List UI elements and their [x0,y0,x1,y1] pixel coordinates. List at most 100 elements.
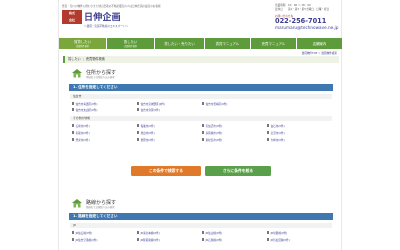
checkbox-icon[interactable] [137,102,140,105]
area-checkbox[interactable]: 登米市(0件) [72,137,137,142]
checkbox-icon[interactable] [267,238,270,241]
house-icon [71,198,83,208]
nav-item-buy-manual[interactable]: 売買マニュアル [251,38,297,49]
phone-number[interactable]: 022-256-7011 [275,18,339,25]
checkbox-icon[interactable] [202,131,205,134]
nav-item-rent-manual[interactable]: 賃貸マニュアル [205,38,251,49]
site-logo-subtitle: ～賃貸・売買不動産のエキスパート～ [84,25,129,28]
checkbox-label: 角田市(0件) [140,131,155,135]
checkbox-icon[interactable] [202,124,205,127]
main-content: 豊島・荒川の物件に携わりまた地元密着の不動産販売の人は日伸企画の最高のお客様 株… [58,0,343,250]
checkbox-icon[interactable] [137,238,140,241]
checkbox-icon[interactable] [137,124,140,127]
checkbox-label: JR仙石線(0件) [75,231,93,235]
checkbox-icon[interactable] [202,238,205,241]
checkbox-label: 仙台市泉区(0件) [140,108,160,112]
nav-item-buy-search[interactable]: 賃したい 売買物件検索 [107,38,155,49]
checkbox-icon[interactable] [137,231,140,234]
checkbox-icon[interactable] [137,108,140,111]
page: 豊島・荒川の物件に携わりまた地元密着の不動産販売の人は日伸企画の最高のお客様 株… [0,0,400,250]
area-checkbox[interactable]: 気仙沼市(0件) [202,123,267,128]
nav-item-label: 売買マニュアル [261,42,286,46]
group-label-jr: JR [70,223,332,228]
checkbox-icon[interactable] [267,138,270,141]
house-icon [71,68,83,78]
logo-badge[interactable]: 株式 会社 [62,10,82,24]
area-checkbox[interactable]: 仙台市宮城野区(0件) [137,101,202,106]
checkbox-icon[interactable] [267,124,270,127]
area-checkbox[interactable]: 大崎市(0件) [267,137,332,142]
group-label-sendai: 仙台市 [70,94,332,99]
checkbox-label: 岩沼市(0件) [270,131,285,135]
area-checkbox[interactable]: 仙台市太白区(0件) [72,107,137,112]
checkbox-label: JR仙台空港線(0件) [75,238,98,242]
checkbox-label: 仙台市太白区(0件) [75,108,98,112]
area-checkbox[interactable]: 東松島市(0件) [202,137,267,142]
area-checkbox[interactable]: 名取市(0件) [72,130,137,135]
checkbox-icon[interactable] [72,138,75,141]
area-checkbox[interactable]: 石巻市(0件) [72,123,137,128]
site-header: 豊島・荒川の物件に携わりまた地元密着の不動産販売の人は日伸企画の最高のお客様 株… [59,0,343,38]
checkbox-label: JR気仙沼線(0件) [270,238,290,242]
header-tagline: 豊島・荒川の物件に携わりまた地元密着の不動産販売の人は日伸企画の最高のお客様 [62,5,161,8]
line-search-description: 路線名で沿線絞り込み検索 [86,206,115,209]
line-checkbox[interactable]: JR気仙沼線(0件) [267,237,332,242]
area-checkbox[interactable]: 多賀城市(0件) [202,130,267,135]
breadcrumb[interactable]: 賃貸物件TOP ＞ 賃貸物件検索 [302,51,337,55]
checkbox-icon[interactable] [267,231,270,234]
section-title-separator: | [82,57,84,61]
logo-badge-line1: 株式 [68,11,75,15]
line-checkbox[interactable]: JR陸羽東線(0件) [137,237,202,242]
area-search-description: 地域名で住所絞り込み検索 [86,76,115,79]
checkbox-label: 大崎市(0件) [270,138,285,142]
checkbox-icon[interactable] [72,124,75,127]
area-checkbox[interactable]: 仙台市若林区(0件) [202,101,267,106]
holidays: 定休日 第1・第3・第5土曜日、日曜・祝日 [275,7,330,11]
nav-item-label: 店舗案内 [312,42,327,46]
area-checkbox[interactable]: 角田市(0件) [137,130,202,135]
checkbox-label: JR東北本線(0件) [140,231,160,235]
checkbox-icon[interactable] [72,231,75,234]
nav-item-label: 賃貸マニュアル [215,42,240,46]
checkbox-label: 仙台市若林区(0件) [205,102,228,106]
search-button[interactable]: この条件で検索する [131,166,201,176]
line-checkbox[interactable]: JR常磐線(0件) [267,230,332,235]
checkbox-icon[interactable] [137,138,140,141]
group-label-other: その他の地域 [70,116,332,121]
checkbox-icon[interactable] [267,131,270,134]
checkbox-icon[interactable] [72,102,75,105]
line-checkbox[interactable]: JR石巻線(0件) [202,237,267,242]
line-checkbox[interactable]: JR東北本線(0件) [137,230,202,235]
checkbox-icon[interactable] [202,102,205,105]
area-checkbox[interactable]: 塩竈市(0件) [137,123,202,128]
checkbox-icon[interactable] [202,231,205,234]
checkbox-label: 登米市(0件) [75,138,90,142]
main-nav: 賃貸したい 賃貸物件検索 賃したい 売買物件検索 貸したい・売りたい 賃貸マニュ… [59,38,343,49]
area-checkbox[interactable]: 仙台市泉区(0件) [137,107,202,112]
site-logo-name[interactable]: 日伸企画 [84,10,121,23]
line-checkbox[interactable]: JR仙山線(0件) [202,230,267,235]
section-title-bar: 賃したい | 売買物件検索 [63,56,339,63]
checkbox-icon[interactable] [72,131,75,134]
checkbox-label: 名取市(0件) [75,131,90,135]
checkbox-label: 石巻市(0件) [75,124,90,128]
email-address[interactable]: marumaru@technowave.ne.jp [275,25,339,30]
line-step-bar: 1. 路線を指定してください [69,213,333,220]
line-search-heading: 路線から探す 路線名で沿線絞り込み検索 [71,198,191,212]
nav-item-rent-search[interactable]: 賃貸したい 賃貸物件検索 [59,38,107,49]
area-checkbox[interactable]: 岩沼市(0件) [267,130,332,135]
line-checkbox[interactable]: JR仙石線(0件) [72,230,137,235]
area-checkbox[interactable]: 白石市(0件) [267,123,332,128]
checkbox-icon[interactable] [72,238,75,241]
nav-item-lend-sell[interactable]: 貸したい・売りたい [155,38,205,49]
checkbox-icon[interactable] [202,138,205,141]
checkbox-icon[interactable] [137,131,140,134]
area-checkbox[interactable]: 栗原市(0件) [137,137,202,142]
area-checkbox[interactable]: 仙台市青葉区(0件) [72,101,137,106]
line-checkbox[interactable]: JR仙台空港線(0件) [72,237,137,242]
checkbox-label: 気仙沼市(0件) [205,124,223,128]
section-title-part2: 売買物件検索 [85,57,105,61]
checkbox-icon[interactable] [72,108,75,111]
nav-item-store-info[interactable]: 店舗案内 [297,38,343,49]
refine-button[interactable]: さらに条件を絞る [205,166,271,176]
